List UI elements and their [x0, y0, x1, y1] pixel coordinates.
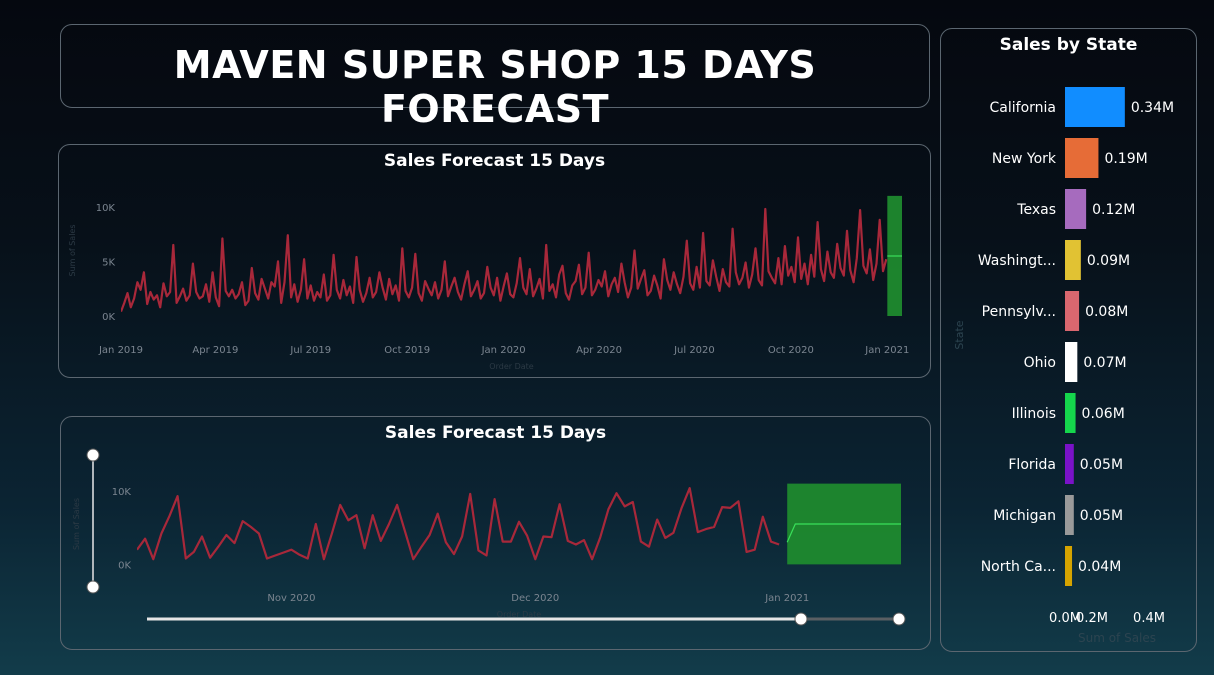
x-tick-label: Jan 2019: [98, 345, 143, 356]
state-label: Washingt...: [978, 253, 1056, 269]
state-bar[interactable]: [1065, 291, 1080, 331]
state-label: Illinois: [1012, 406, 1056, 422]
vertical-slider-top-handle[interactable]: [86, 448, 100, 462]
state-bar-chart-svg: California 0.34M New York 0.19M Texas 0.12M Wa…: [953, 87, 1174, 645]
state-label: Texas: [1016, 202, 1056, 218]
y-axis-title: Sum of Sales: [68, 224, 77, 276]
bar-value-label: 0.09M: [1087, 253, 1130, 269]
sales-by-state-chart[interactable]: Sales by State California 0.34M New York 0.…: [940, 28, 1197, 652]
bar-value-label: 0.19M: [1104, 151, 1147, 167]
state-label: Pennsylv...: [982, 304, 1056, 320]
state-bar[interactable]: [1065, 393, 1076, 433]
sales-forecast-chart-zoom[interactable]: Sales Forecast 15 Days 0K 10K Nov 2020 Dec …: [60, 416, 931, 650]
state-bar[interactable]: [1065, 189, 1087, 229]
vertical-slider-bottom-handle[interactable]: [86, 580, 100, 594]
state-label: Ohio: [1024, 355, 1056, 371]
plot-area: [121, 195, 902, 316]
bar-value-label: 0.08M: [1085, 304, 1128, 320]
bar-value-label: 0.34M: [1131, 100, 1174, 116]
state-bar[interactable]: [1065, 342, 1078, 382]
sales-forecast-chart-full[interactable]: Sales Forecast 15 Days 0K 5K 10K Jan 2019 Ap…: [58, 144, 931, 378]
state-bar[interactable]: [1065, 87, 1125, 127]
state-label: North Ca...: [981, 559, 1056, 575]
x-tick-label: Oct 2019: [384, 345, 430, 356]
bar-value-label: 0.05M: [1080, 508, 1123, 524]
x-axis-title: Order Date: [489, 362, 533, 371]
y-tick-label: 10K: [112, 487, 132, 498]
state-bar[interactable]: [1065, 444, 1074, 484]
sales-line: [137, 486, 780, 561]
x-tick-label: Jul 2019: [289, 345, 331, 356]
y-axis-title: Sum of Sales: [72, 498, 81, 550]
state-label: New York: [992, 151, 1057, 167]
sales-line: [121, 207, 888, 312]
x-tick-label: Apr 2019: [192, 345, 238, 356]
state-bar[interactable]: [1065, 138, 1099, 178]
x-tick-label: Jan 2020: [481, 345, 526, 356]
x-tick-label: 0.4M: [1133, 611, 1165, 626]
horizontal-slider-start-handle[interactable]: [794, 612, 808, 626]
state-label: Florida: [1008, 457, 1056, 473]
bar-value-label: 0.05M: [1080, 457, 1123, 473]
y-tick-label: 0K: [102, 312, 115, 323]
y-tick-label: 5K: [102, 257, 115, 268]
y-tick-label: 0K: [118, 560, 131, 571]
x-tick-label: 0.2M: [1076, 611, 1108, 626]
x-tick-label: Jan 2021: [864, 345, 909, 356]
x-tick-label: Dec 2020: [511, 593, 559, 604]
bar-value-label: 0.04M: [1078, 559, 1121, 575]
x-axis-title: Sum of Sales: [1078, 631, 1156, 645]
dashboard-title: MAVEN SUPER SHOP 15 DAYS FORECAST: [173, 43, 817, 131]
state-label: Michigan: [993, 508, 1056, 524]
y-tick-label: 10K: [96, 203, 116, 214]
horizontal-slider-end-handle[interactable]: [892, 612, 906, 626]
plot-area: [137, 483, 901, 565]
bar-value-label: 0.07M: [1083, 355, 1126, 371]
state-bar[interactable]: [1065, 495, 1074, 535]
forecast-line-chart-svg: 0K10KNov 2020 Dec 2020 Jan 2021Order DateS…: [72, 448, 906, 626]
title-panel: MAVEN SUPER SHOP 15 DAYS FORECAST: [60, 24, 930, 131]
state-label: California: [990, 100, 1056, 116]
state-bar[interactable]: [1065, 546, 1073, 586]
bar-value-label: 0.12M: [1092, 202, 1135, 218]
forecast-line-chart-svg: 0K 5K 10K Jan 2019 Apr 2019 Jul 2019 Oct 2019 J…: [68, 195, 909, 371]
x-tick-label: Apr 2020: [576, 345, 622, 356]
x-tick-label: Jan 2021: [764, 593, 809, 604]
x-tick-label: Nov 2020: [267, 593, 315, 604]
y-axis-title: State: [953, 320, 966, 349]
x-tick-label: Oct 2020: [768, 345, 814, 356]
state-bar[interactable]: [1065, 240, 1081, 280]
x-tick-label: Jul 2020: [673, 345, 715, 356]
bar-value-label: 0.06M: [1082, 406, 1125, 422]
